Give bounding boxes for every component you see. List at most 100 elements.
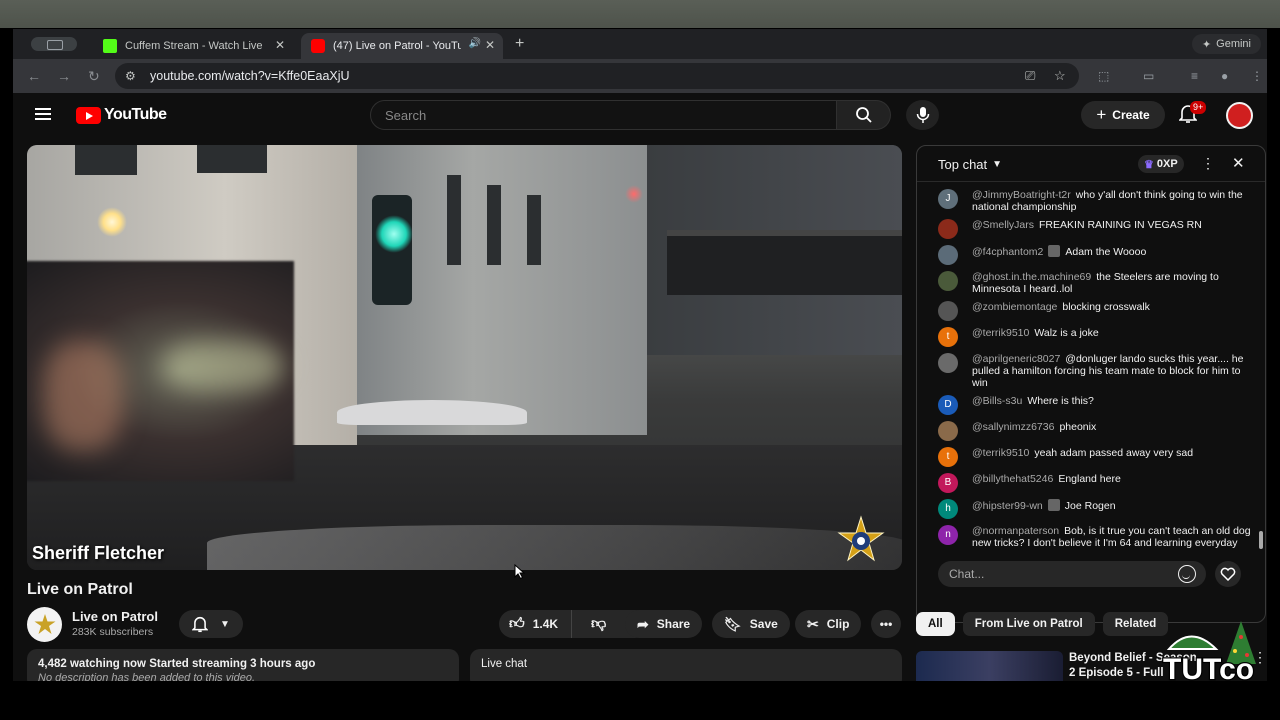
tab-youtube[interactable]: (47) Live on Patrol - YouTube 🔊 ✕ xyxy=(301,33,503,59)
xp-badge[interactable]: ♛ 0XP xyxy=(1138,155,1184,173)
search-button[interactable] xyxy=(837,100,891,130)
tab-close-icon[interactable]: ✕ xyxy=(485,38,495,52)
youtube-logo[interactable]: YouTube xyxy=(76,106,167,124)
chat-author-name[interactable]: @terrik9510 xyxy=(972,327,1029,339)
chat-author-avatar[interactable] xyxy=(938,301,958,321)
address-bar[interactable]: ⚙ youtube.com/watch?v=Kffe0EaaXjU ⎚ ☆ xyxy=(115,63,1079,89)
chat-author-name[interactable]: @f4cphantom2 xyxy=(972,246,1043,258)
save-button[interactable]: 🔖︎ Save xyxy=(712,610,790,638)
hamburger-menu-icon[interactable] xyxy=(35,108,51,120)
chat-message-text: pheonix xyxy=(1059,421,1097,433)
chat-message[interactable]: @ghost.in.the.machine69 the Steelers are … xyxy=(917,268,1262,298)
chat-author-avatar[interactable]: J xyxy=(938,189,958,209)
tab-cuffem[interactable]: Cuffem Stream - Watch Live a ✕ xyxy=(93,33,293,59)
chat-author-avatar[interactable] xyxy=(938,271,958,291)
chat-message[interactable]: D @Bills-s3u Where is this? xyxy=(917,392,1262,418)
back-icon[interactable]: ← xyxy=(27,68,41,84)
crown-icon: ♛ xyxy=(1144,158,1154,171)
channel-name[interactable]: Live on Patrol xyxy=(72,609,158,624)
chat-author-avatar[interactable] xyxy=(938,245,958,265)
chat-message[interactable]: t @terrik9510 Walz is a joke xyxy=(917,324,1262,350)
new-tab-icon[interactable]: + xyxy=(515,35,524,53)
tab-group-icon[interactable] xyxy=(31,37,77,51)
gemini-button[interactable]: ✦ Gemini xyxy=(1191,34,1261,54)
profile-icon[interactable]: ● xyxy=(1221,69,1228,83)
chat-author-name[interactable]: @ghost.in.the.machine69 xyxy=(972,271,1091,283)
speaker-icon[interactable]: 🔊 xyxy=(469,38,481,49)
chip-related[interactable]: Related xyxy=(1102,612,1169,636)
browser-menu-icon[interactable]: ⋮ xyxy=(1251,69,1263,83)
bookmark-star-icon[interactable]: ☆ xyxy=(1054,68,1066,84)
chat-message[interactable]: t @terrik9510 yeah adam passed away very s… xyxy=(917,444,1262,470)
chat-message[interactable]: @sallynimzz6736 pheonix xyxy=(917,418,1262,444)
chat-author-avatar[interactable]: t xyxy=(938,327,958,347)
heart-reaction-button[interactable] xyxy=(1215,561,1241,587)
subscribed-notifications-button[interactable]: ▼ xyxy=(179,610,243,638)
voice-search-button[interactable] xyxy=(906,100,939,130)
chat-author-avatar[interactable] xyxy=(938,353,958,373)
forward-icon[interactable]: → xyxy=(57,68,71,84)
chat-message[interactable]: @aprilgeneric8027 @donluger lando sucks t… xyxy=(917,350,1262,392)
cast-icon[interactable]: ⎚ xyxy=(1025,68,1035,84)
site-settings-icon[interactable]: ⚙ xyxy=(125,69,136,83)
more-actions-button[interactable]: ••• xyxy=(871,610,901,638)
chat-author-name[interactable]: @zombiemontage xyxy=(972,301,1057,313)
chat-more-icon[interactable]: ⋮ xyxy=(1201,155,1215,172)
chat-input-box[interactable] xyxy=(938,561,1206,587)
chat-message[interactable]: @SmellyJars FREAKIN RAINING IN VEGAS RN xyxy=(917,216,1262,242)
chat-message[interactable]: @zombiemontage blocking crosswalk xyxy=(917,298,1262,324)
chat-author-name[interactable]: @normanpaterson xyxy=(972,525,1059,537)
clip-button[interactable]: ✂ Clip xyxy=(795,610,862,638)
like-button[interactable]: 👍︎ 1.4K xyxy=(499,610,572,638)
extensions-icon[interactable]: ⬚ xyxy=(1098,69,1109,83)
chat-author-avatar[interactable]: B xyxy=(938,473,958,493)
watching-info: 4,482 watching now Started streaming 3 h… xyxy=(38,658,316,670)
chat-author-avatar[interactable] xyxy=(938,219,958,239)
youtube-wordmark: YouTube xyxy=(104,106,167,123)
chat-author-avatar[interactable] xyxy=(938,421,958,441)
chat-message[interactable]: J @JimmyBoatright-t2r who y'all don't thin… xyxy=(917,186,1262,216)
video-player[interactable]: Sheriff Fletcher xyxy=(27,145,902,570)
live-chat-replay-box[interactable]: Live chat xyxy=(470,649,902,681)
chat-message[interactable]: B @billythehat5246 England here xyxy=(917,470,1262,496)
chat-author-avatar[interactable]: D xyxy=(938,395,958,415)
chat-author-name[interactable]: @aprilgeneric8027 xyxy=(972,353,1060,365)
chat-author-avatar[interactable]: t xyxy=(938,447,958,467)
description-box[interactable]: 4,482 watching now Started streaming 3 h… xyxy=(27,649,459,681)
chat-author-name[interactable]: @JimmyBoatright-t2r xyxy=(972,189,1071,201)
url-text[interactable]: youtube.com/watch?v=Kffe0EaaXjU xyxy=(150,69,350,83)
close-chat-icon[interactable]: ✕ xyxy=(1232,154,1245,172)
account-avatar[interactable] xyxy=(1226,102,1253,129)
chat-author-name[interactable]: @SmellyJars xyxy=(972,219,1034,231)
chat-message[interactable]: h @hipster99-wn Joe Rogen xyxy=(917,496,1262,522)
chat-author-name[interactable]: @Bills-s3u xyxy=(972,395,1022,407)
chip-all[interactable]: All xyxy=(916,612,955,636)
video-scene xyxy=(97,207,127,237)
create-button[interactable]: + Create xyxy=(1081,101,1165,129)
chat-author-name[interactable]: @hipster99-wn xyxy=(972,500,1043,512)
chat-author-name[interactable]: @terrik9510 xyxy=(972,447,1029,459)
chat-message-list: J @JimmyBoatright-t2r who y'all don't thin… xyxy=(917,186,1262,552)
chat-author-avatar[interactable]: h xyxy=(938,499,958,519)
chat-message[interactable]: n @normanpaterson Bob, is it true you can'… xyxy=(917,522,1262,552)
chat-message[interactable]: @f4cphantom2 Adam the Woooo xyxy=(917,242,1262,268)
chat-author-name[interactable]: @billythehat5246 xyxy=(972,473,1053,485)
search-box[interactable] xyxy=(370,100,837,130)
reload-icon[interactable]: ↻ xyxy=(88,68,100,85)
emoji-icon[interactable] xyxy=(1178,565,1196,583)
chat-scrollbar[interactable] xyxy=(1259,531,1263,549)
share-button[interactable]: ➦ Share xyxy=(625,610,703,638)
recommended-thumbnail[interactable] xyxy=(916,651,1063,681)
chat-input[interactable] xyxy=(938,561,1168,587)
chat-mode-dropdown[interactable]: Top chat ▼ xyxy=(938,157,1002,172)
video-scene xyxy=(527,195,541,265)
media-icon[interactable]: ≡ xyxy=(1191,69,1198,83)
dislike-button[interactable]: 👎︎ xyxy=(580,615,606,633)
chip-from-channel[interactable]: From Live on Patrol xyxy=(962,612,1095,636)
channel-avatar[interactable] xyxy=(27,607,62,642)
chat-author-avatar[interactable]: n xyxy=(938,525,958,545)
tab-close-icon[interactable]: ✕ xyxy=(275,38,285,52)
chat-author-name[interactable]: @sallynimzz6736 xyxy=(972,421,1054,433)
search-input[interactable] xyxy=(371,101,836,129)
sidepanel-icon[interactable]: ▭ xyxy=(1143,69,1154,83)
